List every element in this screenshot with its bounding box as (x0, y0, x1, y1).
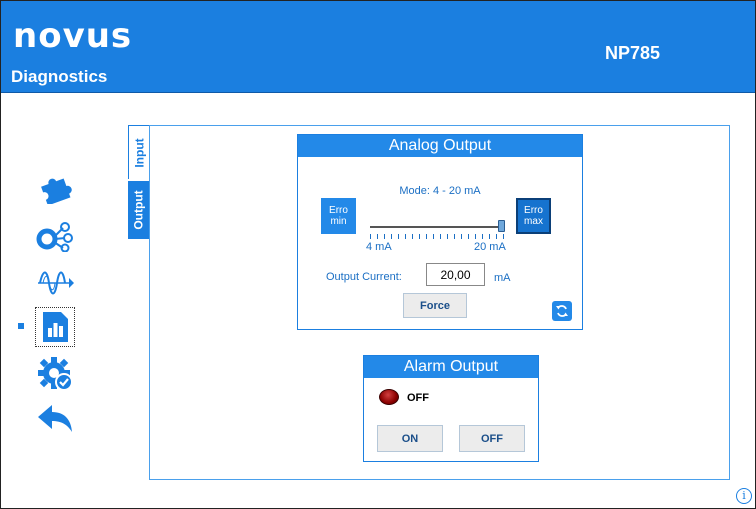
nav-back-button[interactable] (35, 399, 75, 439)
alarm-status-text: OFF (407, 392, 429, 404)
erro-max-button[interactable]: Erro max (516, 198, 551, 234)
nav-settings-button[interactable] (35, 353, 75, 393)
device-name: NP785 (605, 43, 661, 63)
analog-output-title: Analog Output (298, 135, 582, 157)
scale-max-label: 20 mA (474, 241, 506, 253)
nav-puzzle-button[interactable] (35, 167, 75, 207)
output-slider-thumb[interactable] (498, 220, 505, 232)
tab-output-label: Output (132, 190, 147, 230)
wave-arrow-icon (38, 271, 74, 295)
back-arrow-icon (38, 405, 72, 432)
tab-input-label: Input (132, 137, 147, 168)
output-slider-track[interactable] (370, 226, 505, 228)
nav-diagnostics-button[interactable] (35, 307, 75, 347)
force-button[interactable]: Force (403, 293, 467, 318)
info-icon[interactable]: i (736, 488, 752, 504)
scale-min-label: 4 mA (366, 241, 392, 253)
analog-output-card: Analog Output Mode: 4 - 20 mA Erro min E… (297, 134, 583, 330)
alarm-status-led (379, 389, 399, 405)
nav-connections-button[interactable] (35, 215, 75, 255)
tab-input[interactable]: Input (128, 125, 150, 179)
header-bar: novus Diagnostics NP785 (1, 1, 755, 93)
gear-check-icon (38, 357, 73, 391)
output-slider-ticks (370, 234, 505, 239)
alarm-on-button[interactable]: ON (377, 425, 443, 452)
app-window: novus Diagnostics NP785 Input Output Ana… (0, 0, 756, 509)
network-nodes-icon (36, 222, 73, 252)
erro-min-button[interactable]: Erro min (321, 198, 356, 234)
brand-logo: novus (13, 16, 133, 56)
tab-output[interactable]: Output (128, 181, 150, 239)
bar-chart-icon (43, 312, 68, 342)
alarm-output-title: Alarm Output (364, 356, 538, 378)
nav-signal-button[interactable] (35, 263, 75, 303)
output-current-input[interactable] (426, 263, 485, 286)
refresh-button[interactable] (552, 301, 572, 321)
mode-label: Mode: 4 - 20 mA (399, 185, 481, 197)
refresh-icon (556, 305, 568, 317)
selected-indicator (18, 323, 24, 329)
puzzle-icon (41, 178, 72, 204)
page-title: Diagnostics (11, 67, 108, 86)
output-current-unit: mA (494, 272, 511, 284)
output-current-label: Output Current: (326, 271, 402, 283)
alarm-off-button[interactable]: OFF (459, 425, 525, 452)
alarm-output-card: Alarm Output OFF ON OFF (363, 355, 539, 462)
